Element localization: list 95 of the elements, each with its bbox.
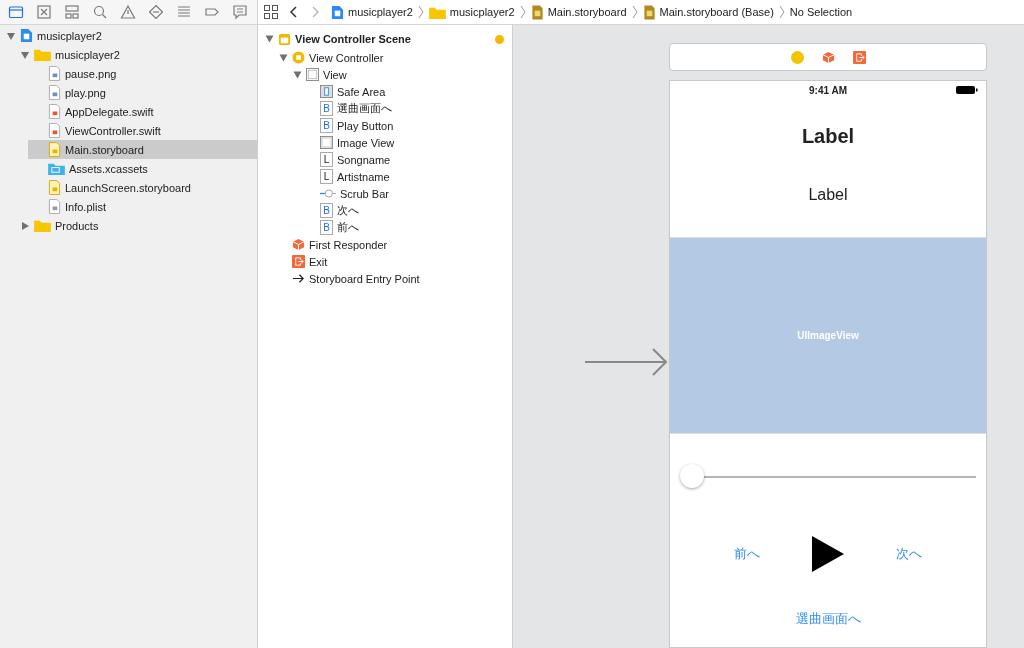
outline-item[interactable]: B 選曲画面へ [300,100,512,117]
song-select-button[interactable]: 選曲画面へ [791,608,865,630]
file-icon [48,123,61,138]
file-tree-item[interactable]: musicplayer2 [0,26,257,45]
disclosure-open-icon[interactable] [292,69,302,80]
navigator-tab[interactable] [119,4,136,20]
storyboard-file-icon [530,4,544,20]
navigator-tab[interactable] [231,4,248,20]
button-object-icon: B [320,101,333,116]
path-item[interactable]: musicplayer2 [331,4,413,20]
folder-icon [34,219,51,232]
path-item[interactable]: Main.storyboard (Base) [642,4,774,20]
outline-item[interactable]: View Controller Scene [258,29,512,49]
image-view-icon [320,136,333,149]
file-tree-item[interactable]: musicplayer2 [14,45,257,64]
outline-item[interactable]: View Controller [272,49,512,66]
disclosure-open-icon[interactable] [20,49,30,60]
outline-item[interactable]: View [286,66,512,83]
button-object-icon: B [320,220,333,235]
safe-area-icon [320,85,333,98]
storyboard-file-icon [642,4,656,20]
chevron-icon [417,5,424,19]
battery-icon [956,85,978,95]
file-tree-item[interactable]: AppDelegate.swift [28,102,257,121]
label-object-icon: L [320,152,333,167]
disclosure-closed-icon[interactable] [20,220,30,231]
song-label: Label [801,125,855,148]
arrow-icon [292,272,305,285]
outline-item[interactable]: L Artistname [300,168,512,185]
file-icon [48,180,61,195]
file-icon [48,104,61,119]
exit-icon [292,255,305,268]
file-tree-item[interactable]: Products [14,216,257,235]
related-items-icon[interactable] [264,5,278,19]
outline-item[interactable]: Exit [272,253,512,270]
image-view-label: UIImageView [797,330,859,341]
chevron-icon [631,5,638,19]
file-tree-item[interactable]: Main.storyboard [28,140,257,159]
path-item[interactable]: No Selection [789,6,853,18]
file-icon [48,199,61,214]
status-time: 9:41 AM [809,84,847,96]
entry-point-arrow[interactable] [585,347,669,377]
scene-icon [278,32,291,46]
artist-label: Label [808,186,848,204]
cube-icon [292,238,305,251]
navigator-tab[interactable] [35,4,52,20]
file-tree-item[interactable]: ViewController.swift [28,121,257,140]
exit-icon[interactable] [852,50,866,64]
outline-item[interactable]: Image View [300,134,512,151]
slider-object-icon [320,187,336,200]
outline-item[interactable]: Storyboard Entry Point [272,270,512,287]
scrub-slider[interactable] [680,464,976,490]
next-button[interactable]: 次へ [892,543,926,565]
file-tree-item[interactable]: Assets.xcassets [28,159,257,178]
exit-dot-icon[interactable] [495,34,504,44]
navigator-tab[interactable] [147,4,164,20]
play-icon[interactable] [812,536,844,572]
view-icon [306,68,319,81]
disclosure-open-icon[interactable] [278,52,288,63]
folder-icon [48,162,65,175]
project-icon [20,28,33,43]
disclosure-open-icon[interactable] [6,30,16,41]
chevron-icon [778,5,785,19]
label-object-icon: L [320,169,333,184]
folder-icon [428,5,446,19]
outline-item[interactable]: Safe Area [300,83,512,100]
outline-item[interactable]: First Responder [272,236,512,253]
button-object-icon: B [320,203,333,218]
forward-icon[interactable] [310,5,320,19]
file-icon [48,85,61,100]
file-icon [48,66,61,81]
file-tree-item[interactable]: pause.png [28,64,257,83]
path-item[interactable]: Main.storyboard [530,4,627,20]
view-controller-icon [292,51,305,64]
cube-icon[interactable] [821,50,835,64]
path-item[interactable]: musicplayer2 [428,5,515,19]
file-icon [48,142,61,157]
button-object-icon: B [320,118,333,133]
navigator-tab[interactable] [91,4,108,20]
folder-icon [34,48,51,61]
navigator-tab[interactable] [63,4,80,20]
disclosure-open-icon[interactable] [264,34,274,44]
outline-item[interactable]: L Songname [300,151,512,168]
file-tree-item[interactable]: play.png [28,83,257,102]
navigator-tab[interactable] [7,4,24,20]
back-icon[interactable] [289,5,299,19]
outline-item[interactable]: Scrub Bar [300,185,512,202]
outline-item[interactable]: B Play Button [300,117,512,134]
file-tree-item[interactable]: Info.plist [28,197,257,216]
project-icon [331,4,344,20]
outline-item[interactable]: B 次へ [300,202,512,219]
outline-item[interactable]: B 前へ [300,219,512,236]
chevron-icon [519,5,526,19]
file-tree-item[interactable]: LaunchScreen.storyboard [28,178,257,197]
previous-button[interactable]: 前へ [730,543,764,565]
